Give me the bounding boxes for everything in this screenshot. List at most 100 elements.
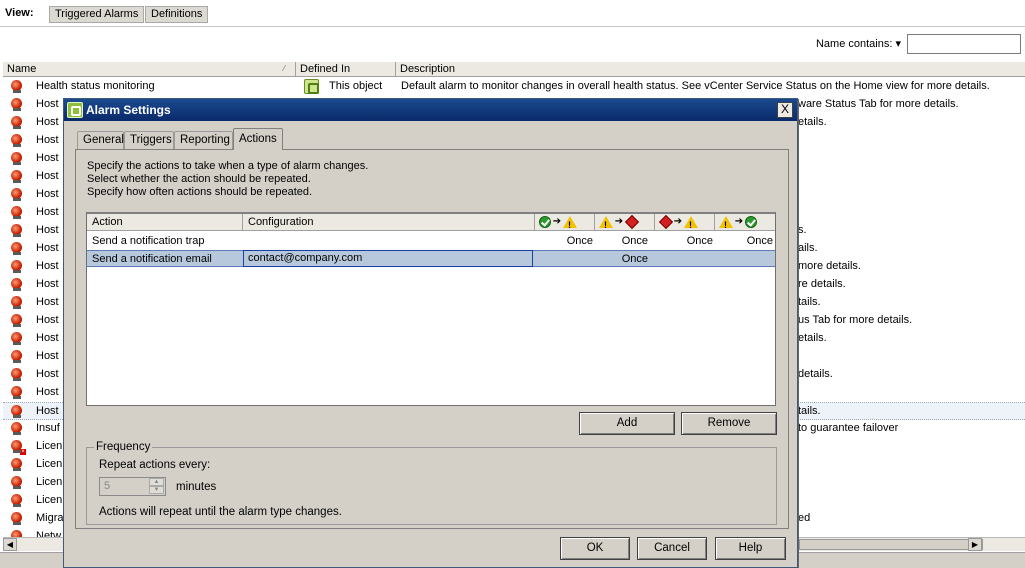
alarm-definition-icon (10, 224, 25, 238)
view-bar: View: Triggered Alarms Definitions (0, 0, 1025, 27)
column-name[interactable]: Name ⁄ (3, 62, 296, 77)
repeat-ok-to-warning[interactable]: Once (535, 233, 595, 249)
alarm-definition-icon (10, 494, 25, 508)
table-row[interactable]: Health status monitoring This object Defau… (3, 78, 1025, 96)
status-critical-icon (658, 214, 674, 230)
alarm-name: Licen (36, 440, 63, 452)
alarm-description: ware Status Tab for more details. (798, 98, 959, 110)
minutes-label: minutes (176, 481, 217, 493)
definitions-button[interactable]: Definitions (145, 6, 209, 23)
alarm-definition-icon (10, 242, 25, 256)
alarm-name: Host (36, 260, 59, 272)
alarm-description: ails. (798, 242, 818, 254)
alarm-description: us Tab for more details. (798, 314, 913, 326)
add-button[interactable]: Add (579, 412, 675, 435)
alarm-definition-icon (10, 206, 25, 220)
column-defined-in[interactable]: Defined In (296, 62, 396, 77)
vcenter-object-icon (304, 79, 319, 94)
alarm-definition-icon (10, 98, 25, 112)
alarm-name: Host (36, 98, 59, 110)
repeat-warning-to-critical[interactable]: Once (595, 251, 655, 267)
arrow-right-icon: ➔ (673, 216, 683, 227)
frequency-legend: Frequency (94, 441, 153, 453)
spin-up-icon[interactable]: ▲ (149, 478, 164, 486)
alarm-name: Host (36, 332, 59, 344)
ok-button[interactable]: OK (560, 537, 630, 560)
defined-in: This object (329, 80, 383, 92)
spin-down-icon[interactable]: ▼ (149, 486, 164, 494)
scroll-right-icon[interactable]: ▶ (968, 538, 982, 551)
status-warning-icon (563, 216, 577, 233)
alarm-definition-icon (10, 134, 25, 148)
action-name: Send a notification email (92, 253, 212, 265)
dialog-title: Alarm Settings (86, 103, 171, 117)
sort-ascending-icon: ⁄ (283, 64, 285, 73)
instruction-line: Select whether the action should be repe… (87, 173, 311, 185)
column-critical-to-warning[interactable]: ➔ (655, 214, 715, 233)
alarm-description: etails. (798, 116, 827, 128)
repeat-warning-to-ok[interactable]: Once (715, 233, 775, 249)
column-warning-to-critical[interactable]: ➔ (595, 214, 655, 233)
action-row-trap[interactable]: Send a notification trap Once Once Once … (87, 233, 775, 250)
status-critical-icon (624, 214, 640, 230)
scroll-left-icon[interactable]: ◀ (3, 538, 17, 551)
tab-actions[interactable]: Actions (233, 128, 283, 150)
alarm-definition-icon (10, 476, 25, 490)
alarm-definition-icon (10, 80, 25, 94)
repeat-ok-to-warning[interactable] (535, 251, 595, 267)
cancel-button[interactable]: Cancel (637, 537, 707, 560)
instruction-line: Specify how often actions should be repe… (87, 186, 313, 198)
repeat-minutes-spinner[interactable]: 5 ▲ ▼ (99, 477, 166, 496)
name-contains-dropdown[interactable]: Name contains: ▾ (816, 37, 901, 50)
alarm-name: Host (36, 242, 59, 254)
alarm-definition-icon (10, 278, 25, 292)
configuration-edit-field[interactable]: contact@company.com (243, 250, 533, 267)
alarm-definition-icon (10, 260, 25, 274)
tab-reporting[interactable]: Reporting (174, 131, 233, 150)
close-button[interactable]: X (777, 102, 793, 118)
alarm-definition-icon (10, 368, 25, 382)
column-ok-to-warning[interactable]: ➔ (535, 214, 595, 233)
alarm-description: Default alarm to monitor changes in over… (401, 80, 990, 92)
triggered-alarms-button[interactable]: Triggered Alarms (49, 6, 145, 23)
alarm-definition-icon (10, 422, 25, 436)
alarm-name: Licen (36, 494, 63, 506)
alarm-name: Host (36, 134, 59, 146)
alarm-name: Host (36, 386, 59, 398)
repeat-warning-to-critical[interactable]: Once (595, 233, 655, 249)
repeat-critical-to-warning[interactable] (655, 251, 715, 267)
dialog-titlebar[interactable]: Alarm Settings X (64, 99, 797, 121)
tab-triggers[interactable]: Triggers (124, 131, 174, 150)
alarm-name: Licen (36, 476, 63, 488)
alarm-description: ed (798, 512, 811, 524)
tab-general[interactable]: General (77, 131, 124, 150)
alarm-name: Host (36, 296, 59, 308)
column-description[interactable]: Description (396, 62, 1025, 77)
alarm-definition-icon (10, 386, 25, 400)
alarm-name: Licen (36, 458, 63, 470)
alarm-name: Host (36, 405, 59, 417)
column-warning-to-ok[interactable]: ➔ (715, 214, 775, 233)
alarm-definition-icon: × (10, 440, 26, 455)
alarm-definition-icon (10, 350, 25, 364)
alarm-description: details. (798, 368, 833, 380)
alarm-name: Host (36, 350, 59, 362)
status-warning-icon (599, 216, 613, 233)
action-row-email[interactable]: Send a notification email contact@compan… (87, 250, 775, 267)
alarm-name: Migra (36, 512, 64, 524)
arrow-right-icon: ➔ (614, 216, 624, 227)
help-button[interactable]: Help (715, 537, 786, 560)
alarm-name: Host (36, 224, 59, 236)
alarm-name: Host (36, 314, 59, 326)
column-configuration[interactable]: Configuration (243, 214, 535, 231)
alarm-description: re details. (798, 278, 846, 290)
repeat-critical-to-warning[interactable]: Once (655, 233, 715, 249)
frequency-note: Actions will repeat until the alarm type… (99, 506, 342, 518)
alarm-definition-icon (10, 458, 25, 472)
name-filter-input[interactable] (907, 34, 1021, 54)
remove-button[interactable]: Remove (681, 412, 777, 435)
scroll-thumb[interactable] (799, 539, 983, 550)
alarm-name: Host (36, 152, 59, 164)
column-action[interactable]: Action (87, 214, 243, 231)
repeat-warning-to-ok[interactable] (715, 251, 775, 267)
